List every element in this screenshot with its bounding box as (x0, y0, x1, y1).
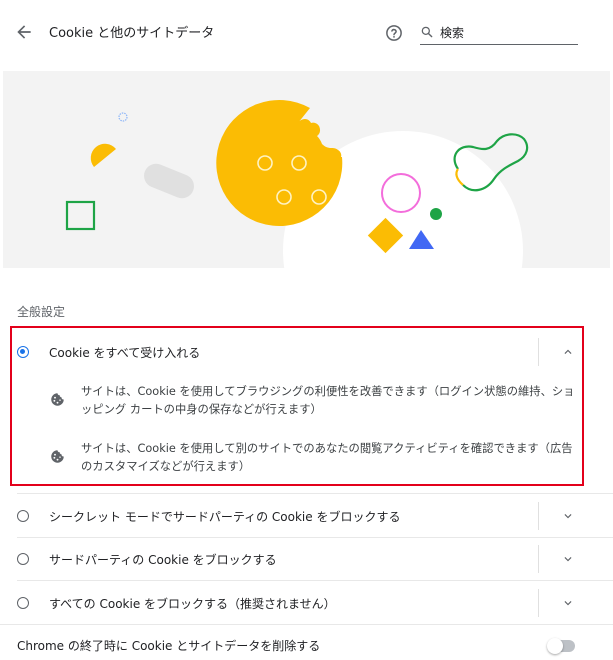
option-label: すべての Cookie をブロックする（推奨されません） (49, 597, 336, 611)
chevron-down-icon[interactable] (561, 596, 575, 610)
option-block-third-party[interactable]: サードパーティの Cookie をブロックする (0, 543, 613, 577)
detail-text: サイトは、Cookie を使用して別のサイトでのあなたの閲覧アクティビティを確認… (81, 442, 573, 473)
green-dot (430, 208, 442, 220)
separator (538, 502, 539, 530)
separator (538, 338, 539, 366)
radio-block-incognito-third-party[interactable] (17, 510, 29, 522)
option-label: サードパーティの Cookie をブロックする (49, 553, 277, 567)
chevron-down-icon[interactable] (561, 509, 575, 523)
separator (538, 545, 539, 573)
cookie-illustration (3, 71, 610, 268)
divider (17, 537, 613, 538)
help-icon[interactable] (385, 24, 403, 42)
cookie-icon (51, 450, 64, 463)
detail-item: サイトは、Cookie を使用して別のサイトでのあなたの閲覧アクティビティを確認… (0, 437, 613, 477)
search-icon (421, 26, 433, 38)
option-block-incognito-third-party[interactable]: シークレット モードでサードパーティの Cookie をブロックする (0, 500, 613, 534)
back-arrow-icon[interactable] (14, 22, 34, 42)
cookie-shape (216, 100, 343, 227)
search-box (420, 20, 578, 45)
page-title: Cookie と他のサイトデータ (49, 26, 215, 41)
option-label: Cookie をすべて受け入れる (49, 346, 201, 360)
divider (0, 624, 613, 625)
clear-on-exit-toggle[interactable] (547, 638, 575, 654)
chevron-down-icon[interactable] (561, 552, 575, 566)
separator (538, 589, 539, 617)
chevron-up-icon[interactable] (561, 345, 575, 359)
divider (17, 580, 613, 581)
section-title: 全般設定 (17, 305, 66, 319)
cookie-icon (51, 393, 64, 406)
green-square (65, 200, 96, 231)
detail-item: サイトは、Cookie を使用してブラウジングの利便性を改善できます（ログイン状… (0, 380, 613, 420)
option-block-all[interactable]: すべての Cookie をブロックする（推奨されません） (0, 587, 613, 621)
dotted-circle (118, 112, 128, 122)
radio-block-all[interactable] (17, 597, 29, 609)
clear-on-exit-label: Chrome の終了時に Cookie とサイトデータを削除する (17, 639, 321, 653)
page-header: Cookie と他のサイトデータ (0, 0, 613, 64)
radio-accept-all[interactable] (17, 346, 29, 358)
radio-block-third-party[interactable] (17, 553, 29, 565)
option-label: シークレット モードでサードパーティの Cookie をブロックする (49, 510, 401, 524)
divider (17, 493, 613, 494)
toggle-knob (547, 638, 563, 654)
gray-pill (144, 163, 194, 199)
option-accept-all[interactable]: Cookie をすべて受け入れる (0, 335, 613, 369)
yellow-half-circle (90, 143, 116, 167)
search-input[interactable] (438, 22, 578, 42)
detail-text: サイトは、Cookie を使用してブラウジングの利便性を改善できます（ログイン状… (81, 385, 575, 416)
